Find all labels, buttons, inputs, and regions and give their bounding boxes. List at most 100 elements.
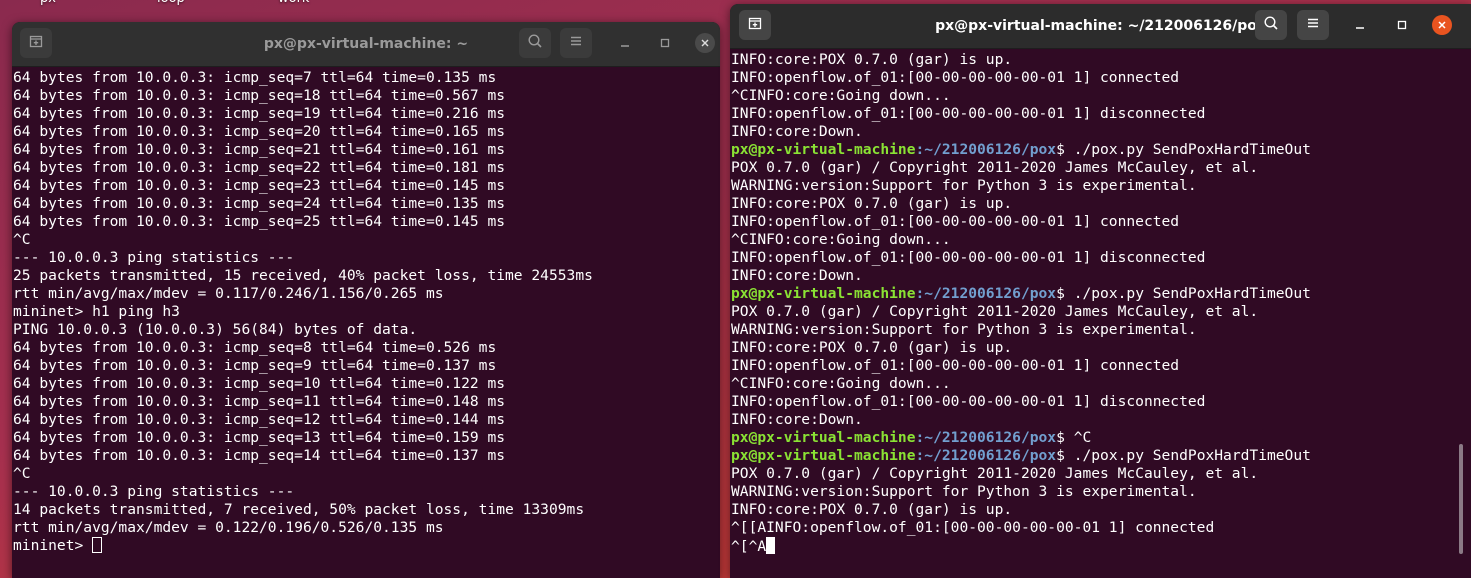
terminal-line: 64 bytes from 10.0.0.3: icmp_seq=13 ttl=…	[13, 429, 506, 446]
output-text: INFO:core:Down.	[731, 411, 863, 428]
output-text: INFO:core:Down.	[731, 267, 863, 284]
terminal-window-right: px@px-virtual-machine: ~/212006126/pox I…	[730, 4, 1471, 578]
prompt-path: :~/212006126/pox	[915, 447, 1057, 464]
prompt-path: :~/212006126/pox	[915, 285, 1057, 302]
close-icon	[1432, 15, 1452, 35]
terminal-line: POX 0.7.0 (gar) / Copyright 2011-2020 Ja…	[731, 303, 1471, 321]
terminal-line: 64 bytes from 10.0.0.3: icmp_seq=22 ttl=…	[13, 159, 506, 176]
close-icon	[695, 33, 715, 53]
terminal-line: INFO:core:POX 0.7.0 (gar) is up.	[731, 195, 1471, 213]
output-text: ^CINFO:core:Going down...	[731, 231, 951, 248]
prompt-user: px@px-virtual-machine	[731, 285, 916, 302]
terminal-line: INFO:core:Down.	[731, 411, 1471, 429]
prompt-line: px@px-virtual-machine:~/212006126/pox$ .…	[731, 141, 1471, 159]
close-button[interactable]	[692, 30, 718, 56]
output-text: ^CINFO:core:Going down...	[731, 375, 951, 392]
menu-button[interactable]	[1297, 10, 1329, 40]
title-bar[interactable]: px@px-virtual-machine: ~/212006126/pox	[730, 4, 1471, 49]
scrollbar[interactable]	[1459, 444, 1463, 554]
command-text: ./pox.py SendPoxHardTimeOut	[1064, 141, 1311, 158]
maximize-icon	[1396, 16, 1408, 35]
output-text: INFO:core:POX 0.7.0 (gar) is up.	[731, 195, 1013, 212]
terminal-output[interactable]: 64 bytes from 10.0.0.3: icmp_seq=7 ttl=6…	[12, 67, 720, 578]
terminal-line: WARNING:version:Support for Python 3 is …	[731, 177, 1471, 195]
desktop-icon-label[interactable]: loop	[157, 0, 185, 6]
prompt-symbol: $	[1056, 447, 1065, 464]
terminal-line: 64 bytes from 10.0.0.3: icmp_seq=24 ttl=…	[13, 195, 506, 212]
output-text: INFO:openflow.of_01:[00-00-00-00-00-01 1…	[731, 213, 1180, 230]
desktop-icon-label[interactable]: work	[278, 0, 309, 6]
new-tab-button[interactable]	[20, 28, 52, 58]
terminal-line: 64 bytes from 10.0.0.3: icmp_seq=14 ttl=…	[13, 447, 506, 464]
search-icon	[1263, 15, 1279, 35]
terminal-line: ^C	[13, 231, 31, 248]
output-text: POX 0.7.0 (gar) / Copyright 2011-2020 Ja…	[731, 465, 1259, 482]
search-button[interactable]	[519, 28, 551, 58]
minimize-button[interactable]	[612, 30, 638, 56]
terminal-line: INFO:openflow.of_01:[00-00-00-00-00-01 1…	[731, 357, 1471, 375]
terminal-line: 64 bytes from 10.0.0.3: icmp_seq=20 ttl=…	[13, 123, 506, 140]
terminal-line: 64 bytes from 10.0.0.3: icmp_seq=12 ttl=…	[13, 411, 506, 428]
text-cursor	[92, 537, 103, 553]
output-text: INFO:openflow.of_01:[00-00-00-00-00-01 1…	[731, 393, 1206, 410]
prompt-symbol: $	[1056, 429, 1065, 446]
terminal-line: 14 packets transmitted, 7 received, 50% …	[13, 501, 585, 518]
desktop-icon-labels: px loop work	[0, 0, 400, 8]
terminal-line: ^CINFO:core:Going down...	[731, 87, 1471, 105]
new-tab-button[interactable]	[739, 10, 771, 40]
terminal-output[interactable]: INFO:core:POX 0.7.0 (gar) is up. INFO:ope…	[730, 49, 1471, 578]
output-text: POX 0.7.0 (gar) / Copyright 2011-2020 Ja…	[731, 159, 1259, 176]
terminal-line: INFO:core:POX 0.7.0 (gar) is up.	[731, 339, 1471, 357]
minimize-icon	[1354, 16, 1366, 35]
output-text: INFO:core:POX 0.7.0 (gar) is up.	[731, 501, 1013, 518]
prompt-user: px@px-virtual-machine	[731, 447, 916, 464]
terminal-line: --- 10.0.0.3 ping statistics ---	[13, 249, 295, 266]
output-text: WARNING:version:Support for Python 3 is …	[731, 483, 1197, 500]
terminal-line: INFO:core:POX 0.7.0 (gar) is up.	[731, 51, 1471, 69]
minimize-icon	[619, 34, 631, 53]
terminal-line: PING 10.0.0.3 (10.0.0.3) 56(84) bytes of…	[13, 321, 418, 338]
prompt-line: mininet>	[13, 537, 720, 555]
terminal-line: POX 0.7.0 (gar) / Copyright 2011-2020 Ja…	[731, 465, 1471, 483]
prompt-line: px@px-virtual-machine:~/212006126/pox$ ^…	[731, 429, 1471, 447]
terminal-line: INFO:core:Down.	[731, 123, 1471, 141]
search-icon	[527, 33, 543, 53]
terminal-line: mininet> h1 ping h3	[13, 303, 180, 320]
maximize-icon	[659, 34, 671, 53]
terminal-line: INFO:openflow.of_01:[00-00-00-00-00-01 1…	[731, 105, 1471, 123]
terminal-line: INFO:core:POX 0.7.0 (gar) is up.	[731, 501, 1471, 519]
maximize-button[interactable]	[1389, 12, 1415, 38]
terminal-line: 64 bytes from 10.0.0.3: icmp_seq=8 ttl=6…	[13, 339, 497, 356]
output-text: WARNING:version:Support for Python 3 is …	[731, 177, 1197, 194]
search-button[interactable]	[1255, 10, 1287, 40]
terminal-line: 64 bytes from 10.0.0.3: icmp_seq=23 ttl=…	[13, 177, 506, 194]
output-text: INFO:openflow.of_01:[00-00-00-00-00-01 1…	[731, 249, 1206, 266]
maximize-button[interactable]	[652, 30, 678, 56]
prompt-user: px@px-virtual-machine	[731, 141, 916, 158]
prompt-path: :~/212006126/pox	[915, 429, 1057, 446]
terminal-line: INFO:openflow.of_01:[00-00-00-00-00-01 1…	[731, 213, 1471, 231]
output-text: WARNING:version:Support for Python 3 is …	[731, 321, 1197, 338]
terminal-line: 64 bytes from 10.0.0.3: icmp_seq=11 ttl=…	[13, 393, 506, 410]
terminal-line: rtt min/avg/max/mdev = 0.122/0.196/0.526…	[13, 519, 444, 536]
new-tab-icon	[747, 15, 763, 35]
hamburger-menu-icon	[568, 33, 584, 53]
new-tab-icon	[28, 33, 44, 53]
output-text: ^CINFO:core:Going down...	[731, 87, 951, 104]
terminal-line: 64 bytes from 10.0.0.3: icmp_seq=18 ttl=…	[13, 87, 506, 104]
prompt-user: px@px-virtual-machine	[731, 429, 916, 446]
terminal-line: INFO:openflow.of_01:[00-00-00-00-00-01 1…	[731, 393, 1471, 411]
terminal-line: INFO:core:Down.	[731, 267, 1471, 285]
terminal-line: ^CINFO:core:Going down...	[731, 375, 1471, 393]
output-text: INFO:openflow.of_01:[00-00-00-00-00-01 1…	[731, 105, 1206, 122]
prompt-path: :~/212006126/pox	[915, 141, 1057, 158]
terminal-line: 64 bytes from 10.0.0.3: icmp_seq=19 ttl=…	[13, 105, 506, 122]
close-button[interactable]	[1429, 12, 1455, 38]
output-text: INFO:core:Down.	[731, 123, 863, 140]
menu-button[interactable]	[560, 28, 592, 58]
title-bar[interactable]: px@px-virtual-machine: ~	[12, 22, 720, 67]
terminal-line: ^[[AINFO:openflow.of_01:[00-00-00-00-00-…	[731, 519, 1471, 537]
terminal-line: 64 bytes from 10.0.0.3: icmp_seq=25 ttl=…	[13, 213, 506, 230]
desktop-icon-label[interactable]: px	[40, 0, 56, 6]
minimize-button[interactable]	[1347, 12, 1373, 38]
